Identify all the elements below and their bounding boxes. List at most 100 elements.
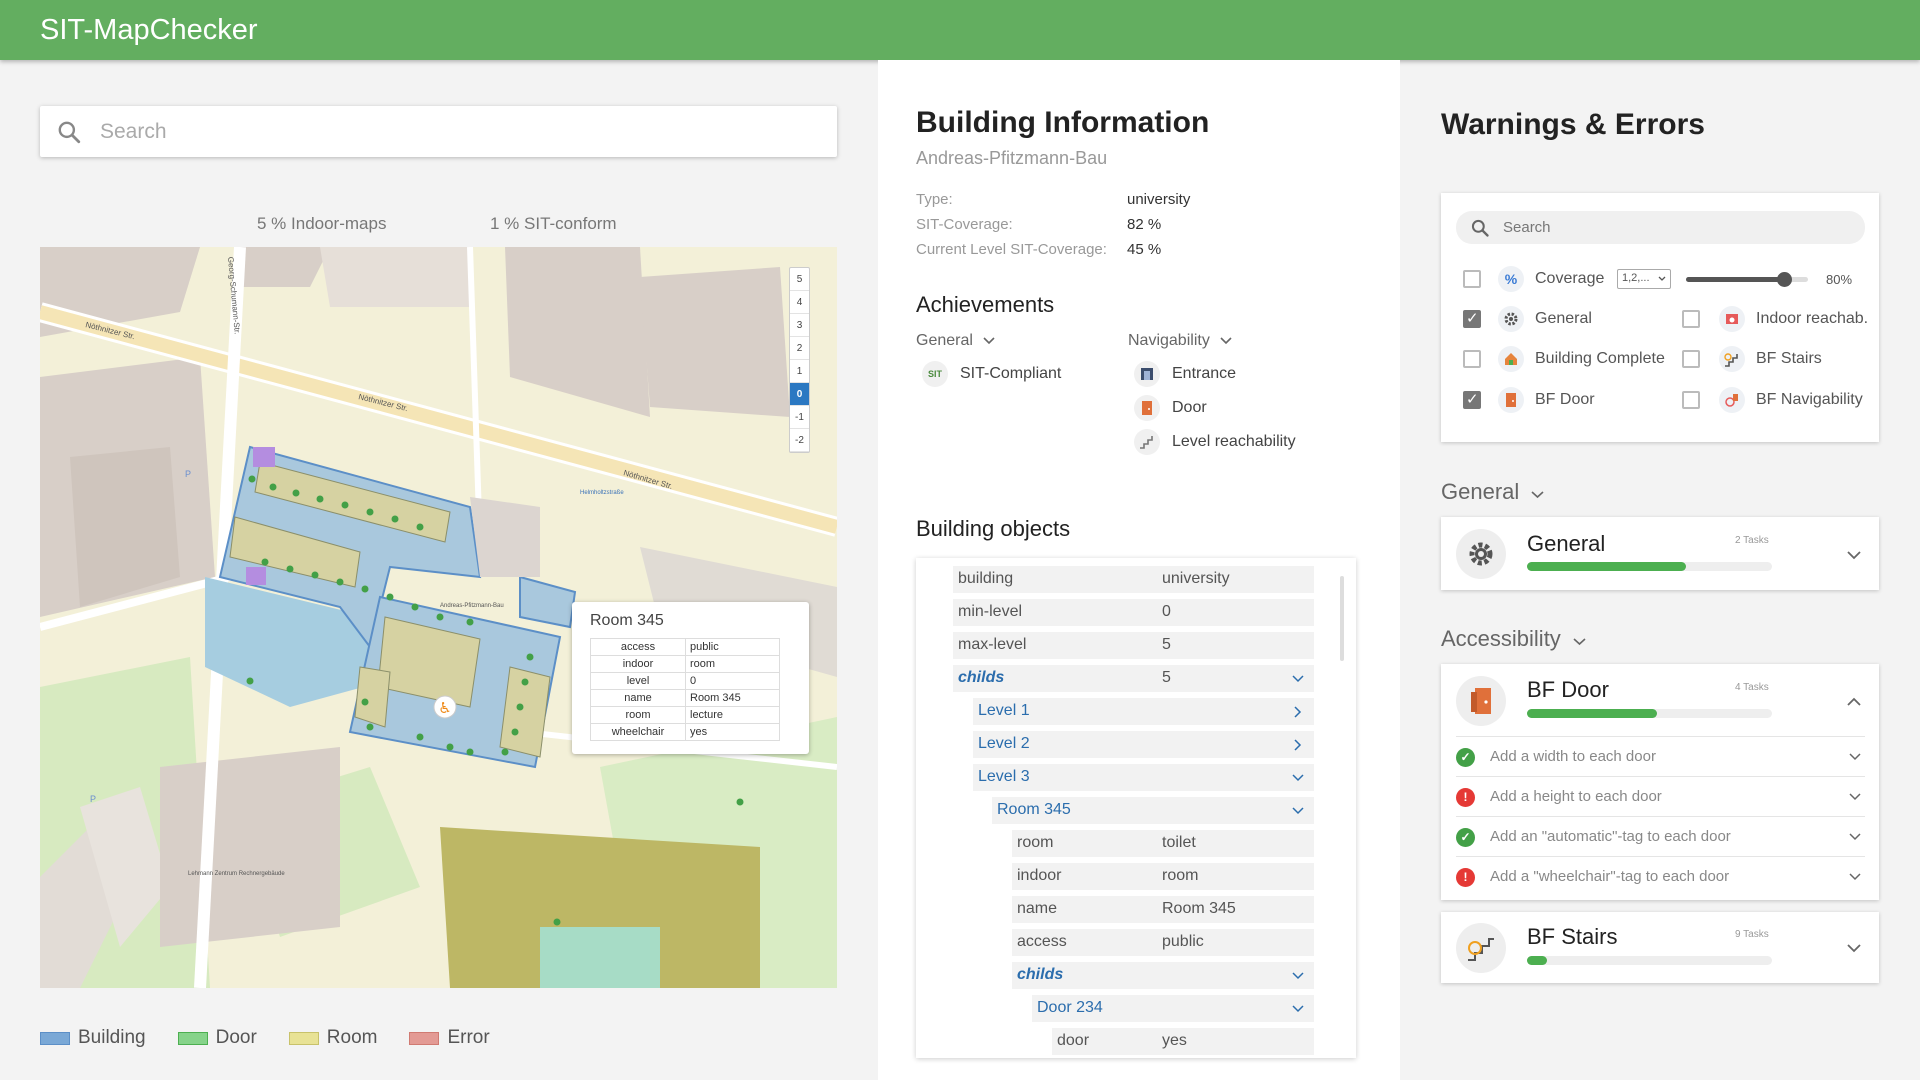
map-search-input[interactable]: Search [40,106,837,157]
coverage-slider-fill [1686,277,1784,282]
map-label: Helmholtzstraße [580,490,624,496]
room-popup: Room 345 access public indoor room level 0 … [572,602,809,754]
popup-row: access public [590,638,780,656]
task-count: 4 Tasks [1735,682,1769,693]
legend-swatch [40,1031,70,1045]
map-view[interactable]: ♿ Nöthnitzer Str. Nöthnitzer Str. Nöthni… [40,247,837,988]
level-button[interactable]: 3 [790,314,809,337]
task-item[interactable]: ✓ Add an "automatic"-tag to each door [1456,816,1865,856]
filter-general-checkbox[interactable] [1463,309,1481,328]
tree-node-childs[interactable]: childs 5 [953,665,1314,692]
tree-node-room-345[interactable]: Room 345 [992,797,1314,824]
tree-row: indoor room [1012,863,1314,890]
chevron-down-icon [1292,774,1304,782]
chevron-down-icon[interactable] [1849,791,1861,803]
legend-item-door: Door [177,1027,257,1049]
chevron-down-icon[interactable] [1846,547,1862,563]
task-card-bf-door[interactable]: BF Door 4 Tasks ✓ Add a width to each do… [1441,664,1879,900]
section-general-toggle[interactable]: General [1441,479,1544,505]
task-item[interactable]: ! Add a "wheelchair"-tag to each door [1456,856,1865,896]
level-button[interactable]: 4 [790,291,809,314]
task-card-title: BF Stairs [1527,924,1618,949]
chevron-up-icon[interactable] [1846,694,1862,710]
door-icon [1498,387,1524,413]
chevron-down-icon[interactable] [1849,871,1861,883]
chevron-right-icon [1294,739,1302,751]
coverage-level-select[interactable]: 1,2,... [1617,269,1671,289]
check-icon: ✓ [1456,748,1475,767]
chevron-down-icon [983,337,995,345]
task-text: Add a height to each door [1490,788,1662,805]
coverage-checkbox[interactable] [1463,270,1481,288]
stairs-icon [1456,923,1506,973]
warnings-title: Warnings & Errors [1441,108,1705,141]
tree-row: name Room 345 [1012,896,1314,923]
chevron-down-icon [1658,276,1666,281]
popup-row: wheelchair yes [590,723,780,741]
tree-node-level-1[interactable]: Level 1 [973,698,1314,725]
chevron-down-icon[interactable] [1846,940,1862,956]
tree-node-level-2[interactable]: Level 2 [973,731,1314,758]
search-icon [58,121,81,144]
tree-node-door-234[interactable]: Door 234 [1032,995,1314,1022]
building-icon [1498,346,1524,372]
task-item[interactable]: ! Add a height to each door [1456,776,1865,816]
chevron-down-icon[interactable] [1849,831,1861,843]
achievement-sit-compliant: SIT SIT-Compliant [922,361,1061,387]
building-info-title: Building Information [916,106,1210,139]
tree-row: min-level 0 [953,599,1314,626]
task-text: Add a width to each door [1490,748,1656,765]
filter-building-complete-checkbox[interactable] [1463,350,1481,368]
level-button-active[interactable]: 0 [790,383,809,406]
search-icon [1471,219,1489,237]
chevron-down-icon [1531,491,1544,499]
task-card-bf-stairs[interactable]: BF Stairs 9 Tasks [1441,912,1879,983]
warnings-search-input[interactable]: Search [1456,211,1865,244]
tree-row: building university [953,566,1314,593]
level-button[interactable]: 5 [790,268,809,291]
tree-node-childs[interactable]: childs [1012,962,1314,989]
tree-row: access public [1012,929,1314,956]
task-count: 9 Tasks [1735,929,1769,940]
section-accessibility-toggle[interactable]: Accessibility [1441,626,1586,652]
level-picker[interactable]: 5 4 3 2 1 0 -1 -2 [789,267,810,453]
chevron-down-icon[interactable] [1849,751,1861,763]
task-text: Add an "automatic"-tag to each door [1490,828,1731,845]
chevron-down-icon [1292,807,1304,815]
achievements-general-dropdown[interactable]: General [916,332,995,350]
map-label: Lehmann Zentrum Rechnergebäude [188,871,285,877]
achievement-entrance: Entrance [1134,361,1236,387]
task-card-general[interactable]: General 2 Tasks [1441,517,1879,590]
tree-scrollbar[interactable] [1340,576,1344,661]
coverage-slider-thumb[interactable] [1776,272,1792,287]
chevron-down-icon [1292,972,1304,980]
achievements-navigability-dropdown[interactable]: Navigability [1128,332,1232,350]
filter-bf-navigability-label: BF Navigability [1756,391,1863,408]
task-text: Add a "wheelchair"-tag to each door [1490,868,1730,885]
sit-conform-stat: 1 % SIT-conform [490,214,617,233]
task-progress-bar [1527,709,1772,718]
app-title: SIT-MapChecker [40,14,258,46]
filter-indoor-checkbox[interactable] [1682,310,1700,328]
filter-bf-door-checkbox[interactable] [1463,390,1481,409]
task-item[interactable]: ✓ Add a width to each door [1456,736,1865,776]
error-icon: ! [1456,868,1475,887]
task-card-title: General [1527,531,1606,556]
level-button[interactable]: 1 [790,360,809,383]
building-info-panel: Building Information Andreas-Pfitzmann-B… [878,60,1400,1080]
filter-bf-navigability-checkbox[interactable] [1682,391,1700,409]
door-icon [1456,676,1506,726]
indoor-maps-stat: 5 % Indoor-maps [257,214,387,233]
building-objects-tree[interactable]: building university min-level 0 max-level 5… [916,558,1356,1058]
tree-node-level-3[interactable]: Level 3 [973,764,1314,791]
level-button[interactable]: -2 [790,429,809,452]
gear-icon [1498,306,1524,332]
task-progress-bar [1527,562,1772,571]
level-button[interactable]: 2 [790,337,809,360]
level-button[interactable]: -1 [790,406,809,429]
legend-item-building: Building [40,1027,146,1049]
filter-bf-stairs-checkbox[interactable] [1682,350,1700,368]
filter-bf-stairs-label: BF Stairs [1756,350,1822,367]
popup-row: level 0 [590,672,780,690]
coverage-slider[interactable] [1686,272,1808,287]
